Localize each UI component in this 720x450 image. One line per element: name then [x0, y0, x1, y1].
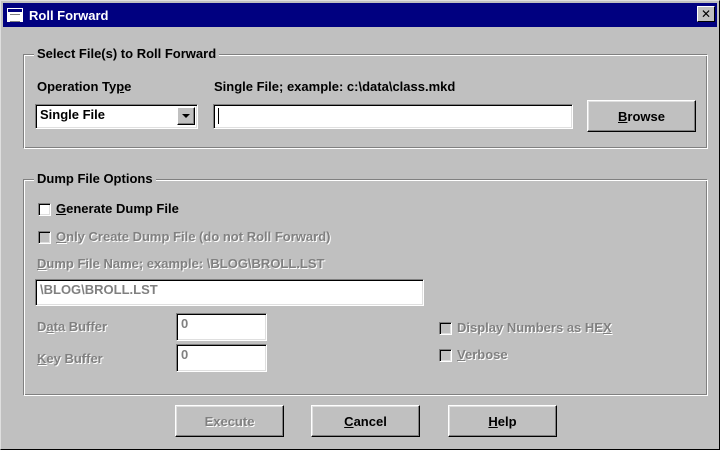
close-button[interactable]: ✕: [697, 6, 715, 22]
help-button[interactable]: Help: [448, 405, 557, 437]
select-files-legend: Select File(s) to Roll Forward: [34, 46, 220, 61]
operation-type-value: Single File: [40, 107, 106, 122]
title-bar[interactable]: Roll Forward ✕: [3, 3, 717, 27]
close-icon: ✕: [700, 7, 712, 21]
file-path-input[interactable]: [213, 104, 573, 129]
browse-button[interactable]: Browse: [587, 100, 696, 132]
data-buffer-input[interactable]: 0: [176, 313, 267, 341]
roll-forward-dialog: Roll Forward ✕ Select File(s) to Roll Fo…: [0, 0, 720, 450]
generate-dump-file-label[interactable]: Generate Dump File: [56, 201, 179, 216]
verbose-label[interactable]: Verbose: [457, 347, 508, 362]
cancel-button[interactable]: Cancel: [311, 405, 420, 437]
dump-file-name-label: Dump File Name; example: \BLOG\BROLL.LST: [37, 256, 325, 271]
only-create-dump-label[interactable]: Only Create Dump File (do not Roll Forwa…: [56, 229, 330, 244]
dump-file-name-input[interactable]: \BLOG\BROLL.LST: [35, 279, 424, 306]
key-buffer-input[interactable]: 0: [176, 344, 267, 372]
single-file-label: Single File; example: c:\data\class.mkd: [214, 79, 456, 94]
chevron-down-icon[interactable]: [177, 107, 195, 125]
only-create-dump-checkbox[interactable]: [38, 231, 51, 244]
data-buffer-label: Data Buffer: [37, 319, 108, 334]
window-icon: [7, 8, 23, 22]
text-caret: [218, 107, 219, 124]
window-title: Roll Forward: [29, 7, 109, 23]
execute-button[interactable]: Execute: [175, 405, 284, 437]
display-hex-label[interactable]: Display Numbers as HEX: [457, 320, 612, 335]
generate-dump-file-checkbox[interactable]: [38, 203, 51, 216]
key-buffer-label: Key Buffer: [37, 351, 103, 366]
verbose-checkbox[interactable]: [439, 349, 452, 362]
display-hex-checkbox[interactable]: [439, 322, 452, 335]
dump-file-options-legend: Dump File Options: [34, 171, 156, 186]
operation-type-label: Operation Type: [37, 79, 132, 94]
operation-type-select[interactable]: Single File: [35, 104, 198, 129]
